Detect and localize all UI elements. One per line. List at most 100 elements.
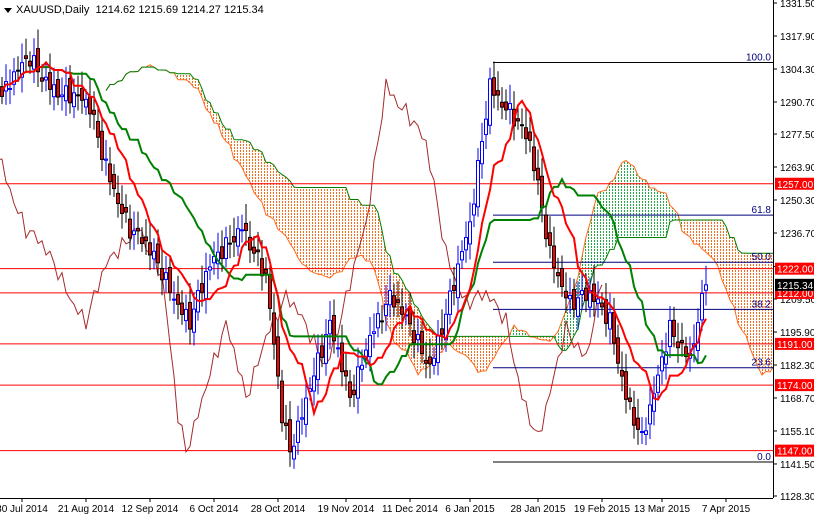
candle-bearish[interactable] — [136, 227, 140, 232]
candle-bullish[interactable] — [648, 404, 652, 425]
candle-bearish[interactable] — [68, 78, 72, 104]
candle-bullish[interactable] — [104, 158, 108, 161]
candle-bearish[interactable] — [248, 236, 252, 251]
candle-bullish[interactable] — [360, 364, 364, 370]
candle-bullish[interactable] — [464, 237, 468, 251]
dropdown-triangle-icon[interactable] — [4, 7, 12, 13]
candle-bearish[interactable] — [344, 370, 348, 377]
candle-bullish[interactable] — [568, 295, 572, 300]
candle-bearish[interactable] — [540, 175, 544, 209]
candle-bullish[interactable] — [152, 250, 156, 260]
candle-bullish[interactable] — [8, 87, 12, 90]
candle-bullish[interactable] — [448, 290, 452, 315]
candle-bearish[interactable] — [552, 245, 556, 269]
candle-bearish[interactable] — [40, 77, 44, 82]
candle-bullish[interactable] — [660, 356, 664, 372]
candle-bearish[interactable] — [220, 246, 224, 260]
candle-bearish[interactable] — [116, 192, 120, 205]
candle-bearish[interactable] — [620, 369, 624, 377]
candle-bearish[interactable] — [400, 306, 404, 315]
candle-bearish[interactable] — [112, 174, 116, 190]
candle-bearish[interactable] — [320, 345, 324, 358]
candle-bearish[interactable] — [424, 359, 428, 364]
candle-bearish[interactable] — [124, 207, 128, 213]
candle-bullish[interactable] — [372, 331, 376, 334]
candle-bearish[interactable] — [48, 72, 52, 90]
candle-bearish[interactable] — [168, 266, 172, 293]
candle-bearish[interactable] — [200, 283, 204, 293]
candle-bearish[interactable] — [228, 242, 232, 245]
candle-bullish[interactable] — [644, 430, 648, 435]
candle-bullish[interactable] — [508, 103, 512, 110]
candle-bearish[interactable] — [544, 214, 548, 240]
candle-bearish[interactable] — [680, 339, 684, 344]
candle-bearish[interactable] — [412, 330, 416, 344]
candle-bullish[interactable] — [204, 271, 208, 300]
candle-bearish[interactable] — [260, 258, 264, 277]
candle-bullish[interactable] — [164, 272, 168, 280]
candle-bearish[interactable] — [492, 77, 496, 96]
candle-bullish[interactable] — [208, 266, 212, 271]
candle-bearish[interactable] — [548, 232, 552, 246]
candle-bullish[interactable] — [376, 313, 380, 329]
candle-bearish[interactable] — [232, 236, 236, 243]
candle-bullish[interactable] — [460, 251, 464, 261]
candle-bullish[interactable] — [580, 290, 584, 295]
candle-bearish[interactable] — [516, 118, 520, 122]
candle-bearish[interactable] — [244, 222, 248, 232]
candle-bearish[interactable] — [252, 246, 256, 254]
candle-bullish[interactable] — [488, 78, 492, 126]
candle-bullish[interactable] — [312, 375, 316, 392]
candle-bearish[interactable] — [452, 285, 456, 291]
candle-bullish[interactable] — [240, 229, 244, 232]
candle-bearish[interactable] — [288, 419, 292, 453]
candle-bullish[interactable] — [668, 319, 672, 348]
candle-bullish[interactable] — [476, 160, 480, 208]
candle-bearish[interactable] — [144, 236, 148, 242]
candle-bearish[interactable] — [628, 397, 632, 402]
candle-bearish[interactable] — [108, 163, 112, 183]
candle-bearish[interactable] — [16, 69, 20, 72]
candle-bearish[interactable] — [256, 249, 260, 253]
candle-bullish[interactable] — [468, 221, 472, 245]
candle-bearish[interactable] — [584, 287, 588, 301]
candle-bearish[interactable] — [536, 167, 540, 181]
candle-bearish[interactable] — [56, 79, 60, 98]
candle-bullish[interactable] — [296, 420, 300, 443]
candle-bullish[interactable] — [388, 290, 392, 306]
candle-bearish[interactable] — [528, 131, 532, 141]
candle-bearish[interactable] — [564, 290, 568, 299]
candle-bullish[interactable] — [484, 118, 488, 136]
candle-bearish[interactable] — [440, 328, 444, 335]
price-chart[interactable]: 100.0 61.8 50.0 38.2 23.6 0.0 1331.50 1317.90 1… — [0, 0, 814, 516]
candle-bearish[interactable] — [128, 218, 132, 239]
candle-bearish[interactable] — [676, 341, 680, 349]
candle-bearish[interactable] — [268, 273, 272, 309]
candle-bearish[interactable] — [160, 267, 164, 281]
candle-bullish[interactable] — [44, 76, 48, 81]
candle-bullish[interactable] — [700, 293, 704, 321]
candle-bearish[interactable] — [28, 60, 32, 67]
candle-bullish[interactable] — [480, 141, 484, 165]
candle-bearish[interactable] — [532, 146, 536, 172]
candle-bullish[interactable] — [84, 98, 88, 108]
candle-bearish[interactable] — [284, 422, 288, 426]
candle-bullish[interactable] — [72, 92, 76, 108]
candle-bearish[interactable] — [612, 311, 616, 344]
candle-bearish[interactable] — [600, 302, 604, 308]
candle-bullish[interactable] — [432, 357, 436, 366]
candle-bearish[interactable] — [156, 243, 160, 264]
candle-bullish[interactable] — [292, 445, 296, 460]
candle-bullish[interactable] — [384, 303, 388, 316]
candle-bullish[interactable] — [324, 334, 328, 364]
candle-bearish[interactable] — [96, 120, 100, 138]
candle-bullish[interactable] — [60, 94, 64, 98]
candle-bearish[interactable] — [272, 312, 276, 345]
candle-bullish[interactable] — [132, 230, 136, 235]
candle-bullish[interactable] — [64, 85, 68, 102]
candle-bullish[interactable] — [416, 334, 420, 341]
candle-bullish[interactable] — [328, 319, 332, 335]
candle-bullish[interactable] — [184, 308, 188, 322]
candle-bullish[interactable] — [336, 347, 340, 350]
candle-bearish[interactable] — [420, 331, 424, 354]
